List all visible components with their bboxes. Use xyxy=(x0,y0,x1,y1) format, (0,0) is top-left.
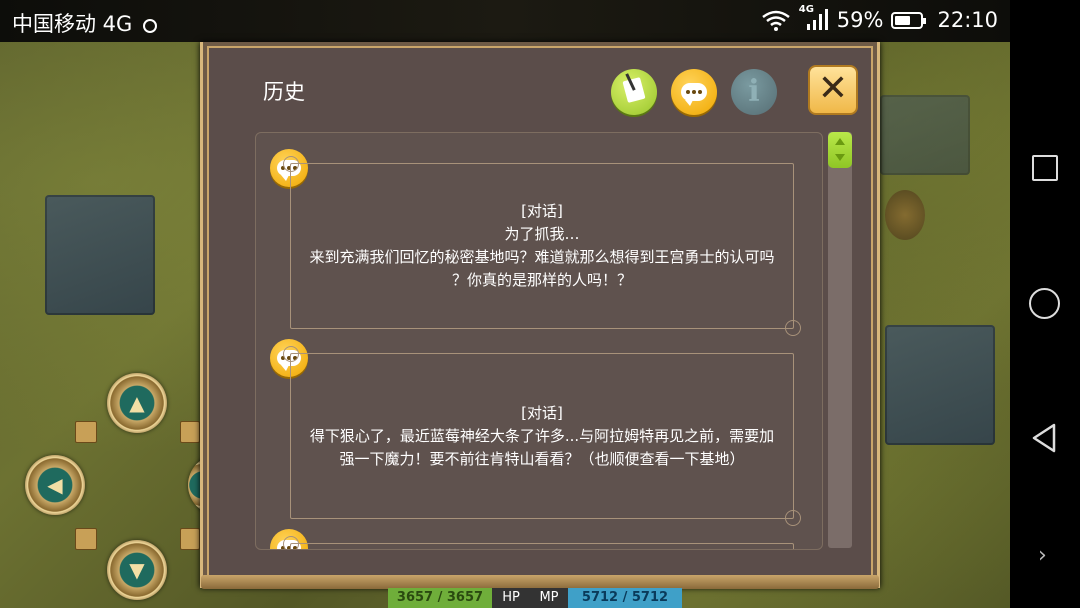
entry-type-label: [对话] xyxy=(521,202,563,220)
stone-block xyxy=(45,195,155,315)
creature-sprite xyxy=(885,190,925,240)
dialog-title: 历史 xyxy=(263,80,305,104)
status-bar: 中国移动 4G 4G 59% 22:10 xyxy=(0,0,1010,42)
battery-icon xyxy=(891,11,927,29)
entry-text-line: 强一下魔力！要不前往肯特山看看？（也顺便查看一下基地） xyxy=(339,449,745,468)
mp-value: 5712 / 5712 xyxy=(568,588,682,608)
info-filter-button[interactable]: i xyxy=(731,69,777,115)
mp-label: MP xyxy=(530,588,568,608)
hp-label: HP xyxy=(492,588,530,608)
hp-mp-bar: 3657 / 3657 HP MP 5712 / 5712 xyxy=(388,588,682,608)
entry-text-line: 为了抓我… xyxy=(504,225,580,243)
carrier-label: 中国移动 4G xyxy=(12,12,133,36)
history-list[interactable]: [对话] 为了抓我… 来到充满我们回忆的秘密基地吗？难道就那么想得到王宫勇士的认… xyxy=(255,132,823,550)
back-button[interactable] xyxy=(1030,422,1058,454)
stone-block xyxy=(885,325,995,445)
history-scrollbar[interactable] xyxy=(828,132,852,548)
corner-icon xyxy=(180,421,200,443)
history-dialog: 历史 i ✕ [对话] 为了抓我… 来到充满我们回忆的秘密基地吗？难道就那么想得… xyxy=(200,42,880,589)
home-button[interactable] xyxy=(1029,288,1060,319)
recent-apps-button[interactable] xyxy=(1032,155,1058,181)
expand-nav-icon[interactable]: › xyxy=(1038,543,1047,568)
up-arrow-icon: ▲ xyxy=(129,391,145,415)
chat-filter-button[interactable] xyxy=(671,69,717,115)
stone-block xyxy=(880,95,970,175)
history-entry: [对话] 为了抓我… 来到充满我们回忆的秘密基地吗？难道就那么想得到王宫勇士的认… xyxy=(283,156,801,336)
alarm-icon xyxy=(143,19,157,33)
scroll-down-icon xyxy=(835,154,845,161)
left-arrow-icon: ◀ xyxy=(47,473,63,497)
entry-text-line: ？你真的是那样的人吗！？ xyxy=(451,271,632,289)
entry-type-label: [对话] xyxy=(521,403,563,422)
signal-icon: 4G xyxy=(799,4,829,32)
corner-icon xyxy=(180,528,200,550)
entry-text-line: 得下狠心了，最近蓝莓神经大条了许多...与阿拉姆特再见之前，需要加 xyxy=(309,426,775,445)
hp-value: 3657 / 3657 xyxy=(388,588,492,608)
dpad-up-button[interactable]: ▲ xyxy=(107,373,167,433)
scroll-up-icon xyxy=(835,138,845,145)
clock: 22:10 xyxy=(937,8,998,32)
entry-text-line: 来到充满我们回忆的秘密基地吗？难道就那么想得到王宫勇士的认可吗 xyxy=(309,248,775,266)
down-arrow-icon: ▼ xyxy=(129,558,145,582)
wifi-icon xyxy=(762,10,790,31)
info-icon: i xyxy=(748,74,760,109)
dpad-left-button[interactable]: ◀ xyxy=(25,455,85,515)
corner-icon xyxy=(75,421,97,443)
close-button[interactable]: ✕ xyxy=(808,65,858,115)
scroll-thumb[interactable] xyxy=(828,132,852,168)
corner-icon xyxy=(75,528,97,550)
history-entry xyxy=(283,536,794,549)
dpad-down-button[interactable]: ▼ xyxy=(107,540,167,600)
close-icon: ✕ xyxy=(817,68,849,109)
chat-icon xyxy=(681,83,707,106)
battery-percent: 59% xyxy=(836,8,884,32)
note-filter-button[interactable] xyxy=(611,69,657,115)
history-entry: [对话] 得下狠心了，最近蓝莓神经大条了许多...与阿拉姆特再见之前，需要加 强… xyxy=(283,346,801,526)
